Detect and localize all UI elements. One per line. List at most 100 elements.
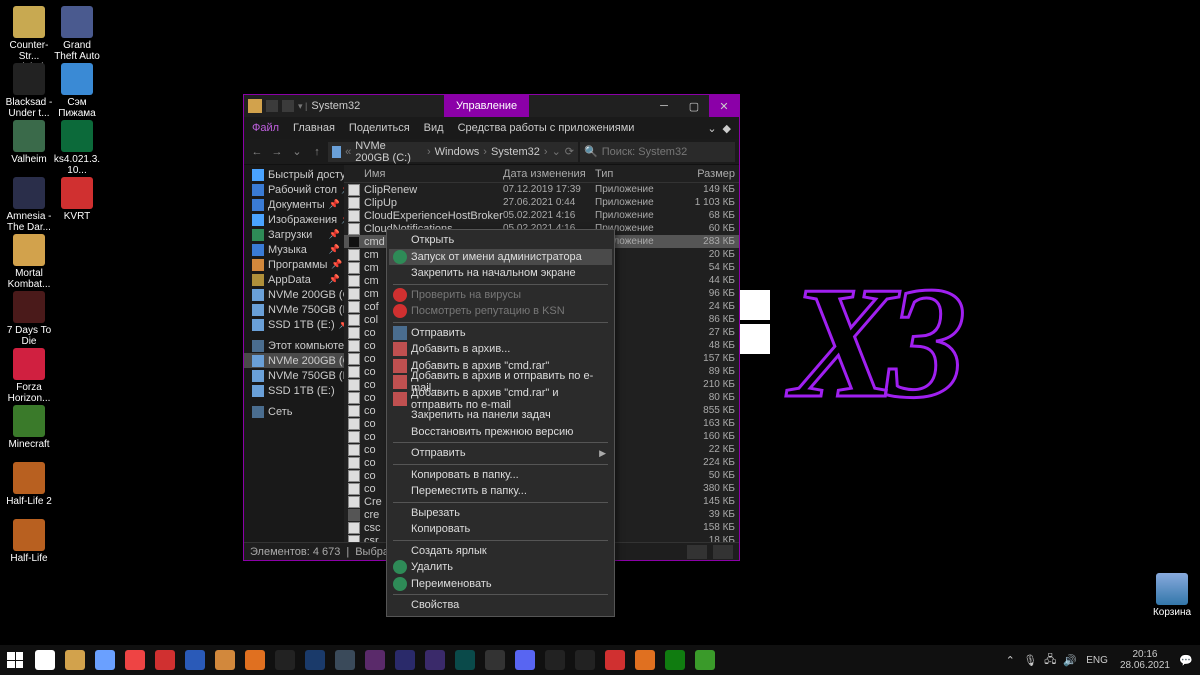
taskbar-app-notepad[interactable]	[90, 645, 120, 675]
language-indicator[interactable]: ENG	[1080, 655, 1114, 666]
context-menu-item[interactable]: Добавить в архив...	[389, 341, 612, 358]
tree-item[interactable]: NVMe 200GB (C:)📌	[244, 287, 344, 302]
taskbar-app-pr[interactable]	[360, 645, 390, 675]
col-size[interactable]: Размер	[670, 168, 735, 180]
file-row[interactable]: CloudExperienceHostBroker05.02.2021 4:16…	[344, 209, 739, 222]
taskbar-app-cmd[interactable]	[270, 645, 300, 675]
tree-item[interactable]: SSD 1TB (E:)	[244, 383, 344, 398]
tray-expand-icon[interactable]: ⌃	[1000, 645, 1020, 675]
qa-toolbar-icon[interactable]	[266, 100, 278, 112]
view-details-button[interactable]	[687, 545, 707, 559]
crumb-system32[interactable]: System32	[491, 146, 540, 158]
search-input[interactable]: 🔍 Поиск: System32	[580, 142, 735, 162]
taskbar-app-epic[interactable]	[570, 645, 600, 675]
refresh-icon[interactable]: ⟳	[565, 145, 574, 158]
tree-item[interactable]: Документы📌	[244, 197, 344, 212]
desktop-shortcut[interactable]: Minecraft	[5, 405, 53, 450]
context-menu-item[interactable]: Вырезать	[389, 505, 612, 522]
col-name[interactable]: Имя	[348, 168, 503, 180]
taskbar-app-ae[interactable]	[390, 645, 420, 675]
col-type[interactable]: Тип	[595, 168, 670, 180]
column-headers[interactable]: Имя Дата изменения Тип Размер	[344, 165, 739, 183]
col-date[interactable]: Дата изменения	[503, 168, 595, 180]
forward-button[interactable]: →	[268, 143, 286, 161]
context-menu-item[interactable]: Запуск от имени администратора	[389, 249, 612, 266]
desktop-shortcut[interactable]: ks4.021.3.10...	[53, 120, 101, 176]
context-menu-item[interactable]: Закрепить на начальном экране	[389, 265, 612, 282]
taskbar-app-ps[interactable]	[300, 645, 330, 675]
context-menu-item[interactable]: Копировать в папку...	[389, 467, 612, 484]
desktop-shortcut[interactable]: Blacksad - Under t...	[5, 63, 53, 119]
titlebar[interactable]: ▾ | System32 Управление ─ ▢ ✕	[244, 95, 739, 117]
context-menu-item[interactable]: Посмотреть репутацию в KSN	[389, 303, 612, 320]
close-button[interactable]: ✕	[709, 95, 739, 117]
taskbar-app-brave[interactable]	[630, 645, 660, 675]
clock[interactable]: 20:16 28.06.2021	[1114, 649, 1176, 671]
notifications-icon[interactable]: 💬	[1176, 645, 1196, 675]
taskbar-app-word[interactable]	[180, 645, 210, 675]
taskbar-app-obs[interactable]	[480, 645, 510, 675]
taskbar-app-vlc[interactable]	[240, 645, 270, 675]
maximize-button[interactable]: ▢	[679, 95, 709, 117]
history-button[interactable]: ⌄	[288, 143, 306, 161]
minimize-button[interactable]: ─	[649, 95, 679, 117]
crumb-windows[interactable]: Windows	[435, 146, 480, 158]
ribbon-share[interactable]: Поделиться	[349, 122, 410, 134]
context-menu-item[interactable]: Переименовать	[389, 576, 612, 593]
context-menu-item[interactable]: Добавить в архив "cmd.rar" и отправить п…	[389, 391, 612, 408]
taskbar-app-steam[interactable]	[540, 645, 570, 675]
crumb-drive[interactable]: NVMe 200GB (C:)	[355, 140, 423, 164]
back-button[interactable]: ←	[248, 143, 266, 161]
tree-item[interactable]: Этот компьютер	[244, 338, 344, 353]
tray-network-icon[interactable]: 🖧	[1040, 645, 1060, 675]
taskbar-app-xbox[interactable]	[660, 645, 690, 675]
tree-item[interactable]: Рабочий стол📌	[244, 182, 344, 197]
tray-mic-icon[interactable]: 🎙	[1020, 645, 1040, 675]
context-menu-item[interactable]: Открыть	[389, 232, 612, 249]
desktop-shortcut[interactable]: Mortal Kombat...	[5, 234, 53, 290]
taskbar-app-chrome[interactable]	[120, 645, 150, 675]
tree-item[interactable]: Изображения📌	[244, 212, 344, 227]
taskbar-app-yandex[interactable]	[150, 645, 180, 675]
context-menu-item[interactable]: Закрепить на панели задач	[389, 407, 612, 424]
ribbon-home[interactable]: Главная	[293, 122, 335, 134]
ribbon-view[interactable]: Вид	[424, 122, 444, 134]
taskbar-app-sublime[interactable]	[330, 645, 360, 675]
taskbar-app-search[interactable]	[30, 645, 60, 675]
file-row[interactable]: ClipUp27.06.2021 0:44Приложение1 103 КБ	[344, 196, 739, 209]
context-menu-item[interactable]: Отправить▶	[389, 445, 612, 462]
taskbar-app-aimp[interactable]	[210, 645, 240, 675]
file-row[interactable]: ClipRenew07.12.2019 17:39Приложение149 К…	[344, 183, 739, 196]
tray-volume-icon[interactable]: 🔊	[1060, 645, 1080, 675]
tree-item[interactable]: AppData📌	[244, 272, 344, 287]
taskbar-app-utorrent[interactable]	[690, 645, 720, 675]
tree-item[interactable]: Быстрый доступ	[244, 167, 344, 182]
ribbon-apptools[interactable]: Средства работы с приложениями	[458, 122, 635, 134]
tree-item[interactable]: NVMe 750GB (D:)	[244, 368, 344, 383]
ribbon-file[interactable]: Файл	[252, 122, 279, 134]
view-large-button[interactable]	[713, 545, 733, 559]
up-button[interactable]: ↑	[308, 143, 326, 161]
tree-item[interactable]: Загрузки📌	[244, 227, 344, 242]
desktop-shortcut[interactable]: Сэм Пижама	[53, 63, 101, 119]
taskbar-app-discord[interactable]	[510, 645, 540, 675]
desktop-shortcut[interactable]: KVRT	[53, 177, 101, 222]
context-menu-item[interactable]: Копировать	[389, 521, 612, 538]
context-menu-item[interactable]: Проверить на вирусы	[389, 287, 612, 304]
ribbon-expand-icon[interactable]: ⌄	[707, 122, 716, 135]
recycle-bin[interactable]: Корзина	[1148, 573, 1196, 618]
context-menu-item[interactable]: Переместить в папку...	[389, 483, 612, 500]
tree-item[interactable]: Музыка📌	[244, 242, 344, 257]
desktop-shortcut[interactable]: Half-Life 2	[5, 462, 53, 507]
tree-item[interactable]: NVMe 200GB (C:)	[244, 353, 344, 368]
taskbar-app-au[interactable]	[450, 645, 480, 675]
breadcrumb[interactable]: « NVMe 200GB (C:)› Windows› System32› ⌄ …	[328, 142, 578, 162]
qa-toolbar-icon[interactable]	[282, 100, 294, 112]
desktop-shortcut[interactable]: Forza Horizon...	[5, 348, 53, 404]
start-button[interactable]	[0, 645, 30, 675]
crumb-dropdown-icon[interactable]: ⌄	[552, 145, 561, 158]
manage-tab[interactable]: Управление	[444, 95, 529, 117]
tree-item[interactable]: Сеть	[244, 404, 344, 419]
desktop-shortcut[interactable]: Valheim	[5, 120, 53, 165]
context-menu-item[interactable]: Создать ярлык	[389, 543, 612, 560]
